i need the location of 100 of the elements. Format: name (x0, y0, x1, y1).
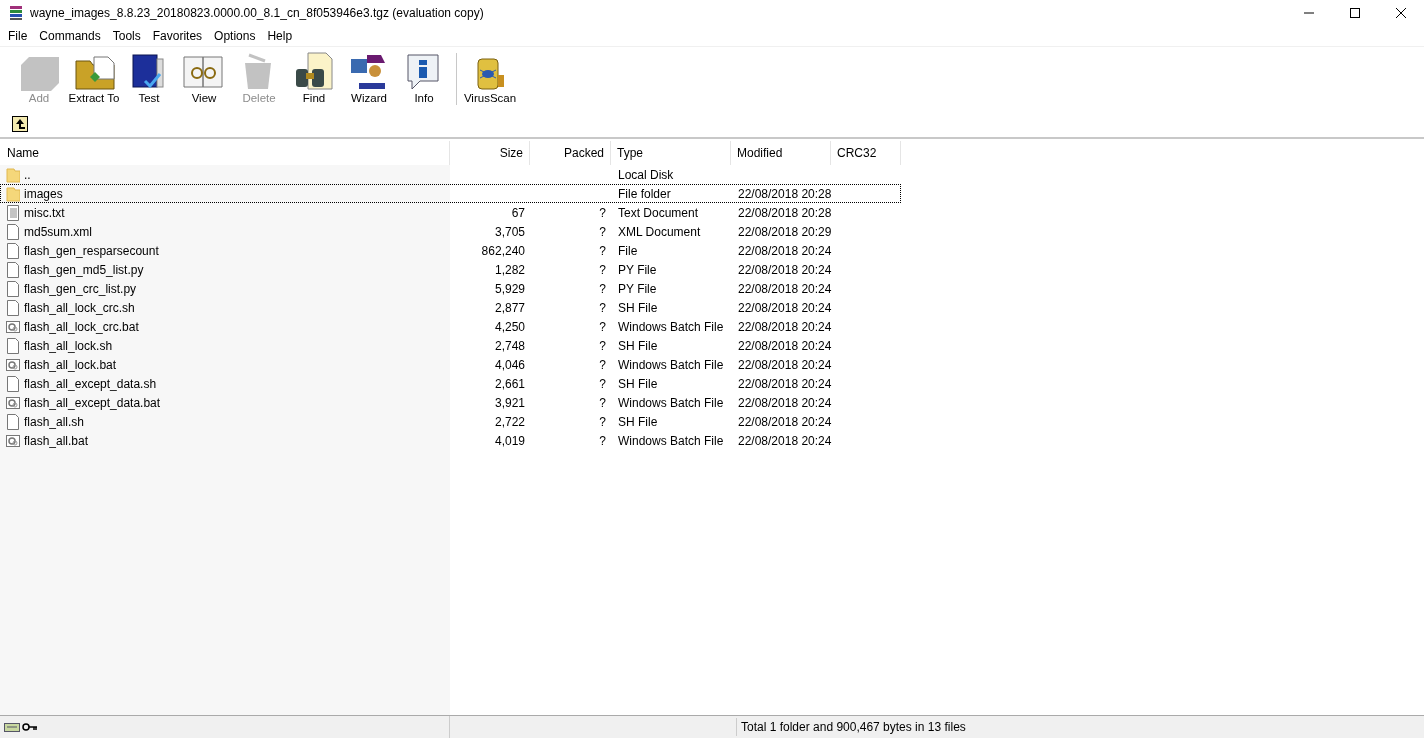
file-name[interactable]: flash_gen_md5_list.py (24, 260, 144, 279)
table-cell: 22/08/2018 20:24 (738, 319, 832, 334)
table-cell: SH File (618, 376, 658, 391)
file-name[interactable]: flash_gen_resparsecount (24, 241, 159, 260)
table-cell: PY File (618, 262, 657, 277)
file-icon (6, 375, 20, 392)
file-name[interactable]: flash_all_except_data.bat (24, 393, 161, 412)
drive-icon (4, 721, 20, 733)
gear-file-icon (6, 394, 20, 411)
column-header[interactable]: Name (0, 141, 450, 165)
file-name[interactable]: flash_all.bat (24, 431, 89, 450)
file-row[interactable]: flash_gen_resparsecount 862,240 ? File 22/08/2018 20:24 (0, 241, 901, 260)
file-icon (6, 337, 20, 354)
file-row[interactable]: flash_all_lock_crc.sh 2,877 ? SH File 22/08/2018 20:24 (0, 298, 901, 317)
toolbar-button[interactable]: Test (122, 51, 176, 105)
column-header[interactable]: Size (450, 141, 530, 165)
menu-item[interactable]: File (2, 26, 34, 45)
file-row[interactable]: flash_all_lock.sh 2,748 ? SH File 22/08/2018 20:24 (0, 336, 901, 355)
table-cell: 22/08/2018 20:24 (738, 338, 832, 353)
text-file-icon (6, 204, 20, 221)
maximize-icon (1350, 7, 1360, 18)
file-row[interactable]: flash_gen_md5_list.py 1,282 ? PY File 22/08/2018 20:24 (0, 260, 901, 279)
table-cell: ? (599, 357, 606, 372)
table-cell: ? (599, 376, 606, 391)
toolbar-button[interactable]: Wizard (342, 51, 396, 105)
file-row[interactable]: flash_all.bat 4,019 ? Windows Batch File 22/08/2018 20:24 (0, 431, 901, 450)
column-header[interactable]: Modified (731, 141, 831, 165)
menu-item[interactable]: Help (261, 26, 299, 45)
table-cell: ? (599, 338, 606, 353)
toolbar-button[interactable]: View (177, 51, 231, 105)
file-row[interactable]: flash_all_lock.bat 4,046 ? Windows Batch File 22/08/2018 20:24 (0, 355, 901, 374)
file-name[interactable]: misc.txt (24, 203, 65, 222)
file-name[interactable]: flash_all.sh (24, 412, 85, 431)
table-cell: Windows Batch File (618, 357, 724, 372)
table-cell: 5,929 (494, 281, 525, 296)
file-name[interactable]: flash_all_lock.bat (24, 355, 117, 374)
table-cell: ? (599, 319, 606, 334)
table-cell: 22/08/2018 20:24 (738, 414, 832, 429)
books-icon (8, 4, 24, 21)
table-cell: 22/08/2018 20:28 (738, 205, 832, 220)
file-name[interactable]: .. (24, 165, 31, 184)
file-name[interactable]: flash_all_lock.sh (24, 336, 113, 355)
gear-file-icon (6, 432, 20, 449)
table-cell: ? (599, 243, 606, 258)
file-row[interactable]: flash_all_lock_crc.bat 4,250 ? Windows Batch File 22/08/2018 20:24 (0, 317, 901, 336)
file-name[interactable]: flash_all_lock_crc.sh (24, 298, 135, 317)
table-cell: 2,661 (494, 376, 525, 391)
table-cell: 4,250 (494, 319, 525, 334)
table-cell: Windows Batch File (618, 319, 724, 334)
file-name[interactable]: flash_gen_crc_list.py (24, 279, 137, 298)
table-cell: Windows Batch File (618, 433, 724, 448)
file-row[interactable]: misc.txt 67 ? Text Document 22/08/2018 20:28 (0, 203, 901, 222)
file-icon (6, 299, 20, 316)
file-icon (6, 261, 20, 278)
table-cell: 3,705 (494, 224, 525, 239)
file-row[interactable]: .. Local Disk (0, 165, 901, 184)
table-cell: 22/08/2018 20:24 (738, 433, 832, 448)
file-name[interactable]: images (24, 184, 63, 203)
menu-item[interactable]: Options (208, 26, 262, 45)
file-name[interactable]: flash_all_lock_crc.bat (24, 317, 139, 336)
table-cell: XML Document (618, 224, 701, 239)
table-cell: 2,748 (494, 338, 525, 353)
table-cell: ? (599, 414, 606, 429)
table-cell: 22/08/2018 20:24 (738, 357, 832, 372)
table-cell: 4,046 (494, 357, 525, 372)
toolbar-button[interactable]: Find (287, 51, 341, 105)
up-folder-button[interactable] (12, 115, 28, 132)
file-row[interactable]: flash_all_except_data.sh 2,661 ? SH File 22/08/2018 20:24 (0, 374, 901, 393)
table-cell: Text Document (618, 205, 699, 220)
table-cell: SH File (618, 414, 658, 429)
column-header[interactable]: Type (611, 141, 731, 165)
file-icon (6, 223, 20, 240)
gear-file-icon (6, 318, 20, 335)
toolbar-button[interactable]: Info (397, 51, 451, 105)
menu-item[interactable]: Favorites (146, 26, 209, 45)
table-cell: ? (599, 205, 606, 220)
file-name[interactable]: md5sum.xml (24, 222, 92, 241)
table-cell: 1,282 (494, 262, 525, 277)
file-row[interactable]: flash_gen_crc_list.py 5,929 ? PY File 22/08/2018 20:24 (0, 279, 901, 298)
toolbar-button[interactable]: VirusScan (463, 51, 517, 105)
table-cell: Windows Batch File (618, 395, 724, 410)
file-name[interactable]: flash_all_except_data.sh (24, 374, 157, 393)
file-row[interactable]: flash_all.sh 2,722 ? SH File 22/08/2018 20:24 (0, 412, 901, 431)
table-cell: 22/08/2018 20:24 (738, 281, 832, 296)
column-header[interactable]: CRC32 (831, 141, 901, 165)
toolbar-button[interactable]: Extract To (67, 51, 121, 105)
table-cell: 22/08/2018 20:24 (738, 243, 832, 258)
folder-icon (6, 185, 20, 202)
focused-row[interactable]: images File folder 22/08/2018 20:28 (0, 184, 901, 203)
table-cell: ? (599, 300, 606, 315)
file-row[interactable]: md5sum.xml 3,705 ? XML Document 22/08/2018 20:29 (0, 222, 901, 241)
column-header[interactable]: Packed (530, 141, 611, 165)
table-cell: 2,877 (494, 300, 525, 315)
table-cell: File folder (618, 186, 671, 201)
menu-item[interactable]: Tools (106, 26, 147, 45)
menu-item[interactable]: Commands (33, 26, 107, 45)
table-cell: 22/08/2018 20:24 (738, 300, 832, 315)
gear-file-icon (6, 356, 20, 373)
table-cell: 22/08/2018 20:24 (738, 376, 832, 391)
file-row[interactable]: flash_all_except_data.bat 3,921 ? Windows Batch File 22/08/2018 20:24 (0, 393, 901, 412)
